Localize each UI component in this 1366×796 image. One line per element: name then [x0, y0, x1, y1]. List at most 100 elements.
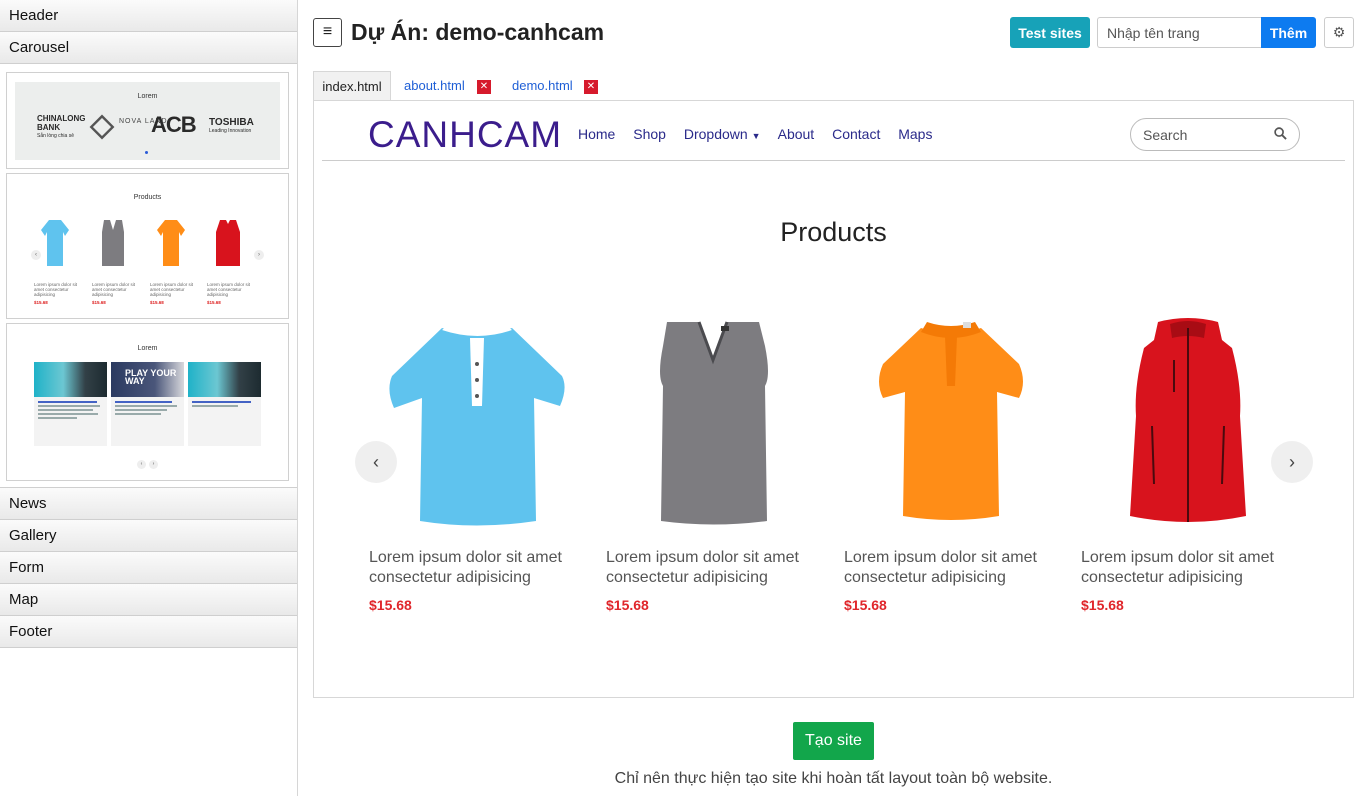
product-name-line1: Lorem ipsum dolor sit amet	[369, 549, 562, 566]
product-card[interactable]: Lorem ipsum dolor sit amet consectetur ad…	[606, 316, 821, 613]
create-site-note: Chỉ nên thực hiện tạo site khi hoàn tất …	[614, 770, 1053, 787]
nav-home[interactable]: Home	[578, 126, 615, 142]
mini-news-card: PLAY YOUR WAY	[111, 362, 184, 446]
search-icon	[1274, 127, 1287, 140]
mini-vest-icon	[102, 220, 124, 266]
caret-down-icon: ▼	[751, 131, 761, 141]
tab-demo[interactable]: demo.html	[512, 71, 573, 101]
product-price: $15.68	[844, 597, 887, 613]
sidebar-item-form[interactable]: Form	[0, 552, 297, 584]
toolbar: ≡ Dự Án: demo-canhcam Test sites Thêm ⚙	[313, 17, 1366, 49]
carousel-block-news[interactable]: Lorem PLAY YOUR WAY ‹ ›	[6, 323, 289, 481]
nav-dropdown[interactable]: Dropdown ▼	[684, 126, 761, 142]
mini-news-image-text: PLAY YOUR WAY	[125, 368, 177, 386]
product-name: Lorem ipsum dolor sit amet consectetur ad…	[1081, 548, 1296, 588]
main-panel: ≡ Dự Án: demo-canhcam Test sites Thêm ⚙ …	[298, 0, 1366, 796]
mini-product-text: Lorem ipsum dolor sit amet consectetur a…	[92, 282, 136, 297]
project-title: Dự Án: demo-canhcam	[351, 19, 605, 45]
product-name-line1: Lorem ipsum dolor sit amet	[1081, 549, 1274, 566]
nav-contact[interactable]: Contact	[832, 126, 880, 142]
mini-product-price: $15.68	[92, 300, 106, 305]
test-sites-button[interactable]: Test sites	[1010, 17, 1090, 48]
product-card[interactable]: Lorem ipsum dolor sit amet consectetur ad…	[844, 316, 1059, 613]
mini-news-card	[34, 362, 107, 446]
site-nav-links: Home Shop Dropdown ▼ About Contact Maps	[578, 126, 946, 142]
products-heading: Products	[780, 217, 887, 247]
carousel-block-list: Lorem CHINALONG BANK Sẵn lòng chia sẻ NOV…	[0, 64, 297, 488]
mini-next-icon: ›	[149, 460, 158, 469]
logo-chinalong-bank-text: CHINALONG BANK	[37, 114, 86, 132]
logo-toshiba-text: TOSHIBA	[209, 117, 254, 128]
logo-chinalong-bank: CHINALONG BANK Sẵn lòng chia sẻ	[37, 114, 85, 140]
mini-product: Lorem ipsum dolor sit amet consectetur a…	[150, 218, 194, 305]
site-logo[interactable]: CANHCAM	[368, 114, 562, 156]
nav-shop[interactable]: Shop	[633, 126, 666, 142]
nav-about[interactable]: About	[778, 126, 815, 142]
mini-shirt-icon	[157, 220, 185, 266]
gear-icon[interactable]: ⚙	[1324, 17, 1354, 48]
mini-product-price: $15.68	[150, 300, 164, 305]
nav-dropdown-label: Dropdown	[683, 126, 748, 142]
mini-product: Lorem ipsum dolor sit amet consectetur a…	[34, 218, 78, 305]
product-image-polo-blue	[389, 322, 565, 526]
logos-preview-title: Lorem	[137, 93, 158, 100]
mini-product: Lorem ipsum dolor sit amet consectetur a…	[207, 218, 251, 305]
sidebar-item-footer[interactable]: Footer	[0, 616, 297, 648]
sidebar-item-news[interactable]: News	[0, 488, 297, 520]
carousel-block-logos[interactable]: Lorem CHINALONG BANK Sẵn lòng chia sẻ NOV…	[6, 72, 289, 169]
close-tab-demo-icon[interactable]: ✕	[584, 80, 598, 94]
logo-chinalong-bank-tagline: Sẵn lòng chia sẻ	[37, 133, 74, 139]
tab-about[interactable]: about.html	[404, 71, 465, 101]
mini-product-price: $15.68	[34, 300, 48, 305]
sidebar-item-header[interactable]: Header	[0, 0, 297, 32]
sidebar-item-carousel[interactable]: Carousel	[0, 32, 297, 64]
mini-product-text: Lorem ipsum dolor sit amet consectetur a…	[150, 282, 194, 297]
logo-acb: ACB	[151, 112, 197, 137]
product-name-line2: consectetur adipisicing	[844, 569, 1006, 586]
add-page-button[interactable]: Thêm	[1261, 17, 1316, 48]
news-preview-title: Lorem	[137, 345, 158, 352]
carousel-dot	[145, 151, 148, 154]
product-image-vest-grey	[660, 321, 768, 525]
close-tab-about-icon[interactable]: ✕	[477, 80, 491, 94]
sidebar: Header Carousel Lorem CHINALONG BANK Sẵn …	[0, 0, 298, 796]
hamburger-menu-icon[interactable]: ≡	[313, 18, 342, 47]
sidebar-item-map[interactable]: Map	[0, 584, 297, 616]
search-placeholder: Search	[1143, 127, 1188, 143]
mini-news-image	[34, 362, 107, 397]
mini-product: Lorem ipsum dolor sit amet consectetur a…	[92, 218, 136, 305]
mini-prev-icon: ‹	[137, 460, 146, 469]
carousel-block-products[interactable]: Products ‹ › Lorem ipsum dolor sit amet …	[6, 173, 289, 319]
tab-index[interactable]: index.html	[313, 71, 391, 101]
product-name-line2: consectetur adipisicing	[369, 569, 531, 586]
product-name: Lorem ipsum dolor sit amet consectetur ad…	[844, 548, 1059, 588]
product-image-polo-orange	[879, 322, 1023, 520]
product-card[interactable]: Lorem ipsum dolor sit amet consectetur ad…	[1081, 316, 1296, 613]
logo-toshiba: TOSHIBA Leading Innovation	[209, 117, 254, 134]
product-image-vest-red	[1130, 318, 1246, 522]
mini-news-card	[188, 362, 261, 446]
product-price: $15.68	[369, 597, 412, 613]
nav-maps[interactable]: Maps	[898, 126, 932, 142]
mini-next-icon: ›	[254, 250, 264, 260]
sidebar-item-gallery[interactable]: Gallery	[0, 520, 297, 552]
product-name-line1: Lorem ipsum dolor sit amet	[606, 549, 799, 566]
product-card[interactable]: Lorem ipsum dolor sit amet consectetur ad…	[369, 316, 584, 613]
create-site-button[interactable]: Tạo site	[793, 722, 874, 760]
products-preview-title: Products	[133, 194, 162, 201]
mini-vest-icon	[216, 220, 240, 266]
mini-shirt-icon	[41, 220, 69, 266]
mini-product-text: Lorem ipsum dolor sit amet consectetur a…	[207, 282, 251, 297]
footer-actions: Tạo site Chỉ nên thực hiện tạo site khi …	[313, 700, 1354, 796]
product-name: Lorem ipsum dolor sit amet consectetur ad…	[606, 548, 821, 588]
site-search-input[interactable]: Search	[1130, 118, 1300, 151]
mini-product-price: $15.68	[207, 300, 221, 305]
mini-news-image	[188, 362, 261, 397]
page-preview-frame: CANHCAM Home Shop Dropdown ▼ About Conta…	[313, 100, 1354, 698]
logo-cube-icon	[89, 114, 115, 140]
product-name-line2: consectetur adipisicing	[606, 569, 768, 586]
logo-toshiba-tagline: Leading Innovation	[209, 128, 252, 134]
mini-pager: ‹ ›	[137, 452, 161, 470]
product-price: $15.68	[1081, 597, 1124, 613]
page-name-input[interactable]	[1097, 17, 1261, 48]
